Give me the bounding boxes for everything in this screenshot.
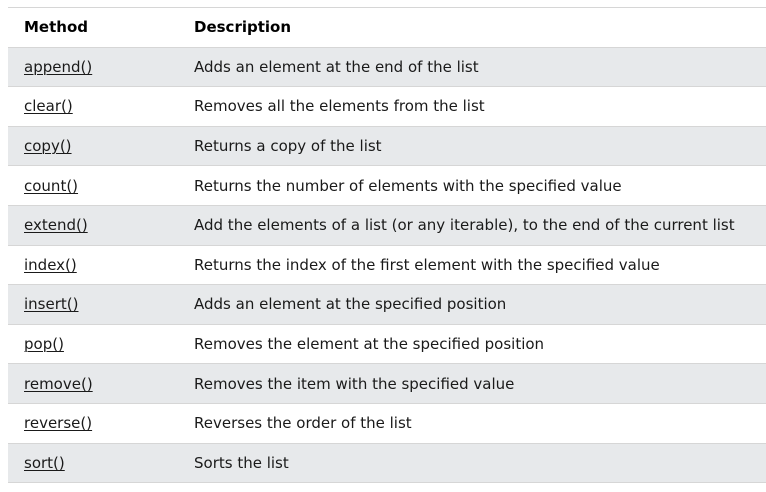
method-link-insert[interactable]: insert() xyxy=(24,295,78,313)
description-cell: Returns the number of elements with the … xyxy=(178,165,766,206)
description-cell: Add the elements of a list (or any itera… xyxy=(178,205,766,246)
method-cell: extend() xyxy=(8,205,178,246)
method-link-copy[interactable]: copy() xyxy=(24,137,72,155)
method-cell: clear() xyxy=(8,86,178,127)
description-cell: Removes the item with the specified valu… xyxy=(178,363,766,404)
table-row: extend() Add the elements of a list (or … xyxy=(8,205,766,246)
table-row: append() Adds an element at the end of t… xyxy=(8,47,766,88)
method-link-clear[interactable]: clear() xyxy=(24,97,73,115)
table-row: clear() Removes all the elements from th… xyxy=(8,86,766,127)
method-cell: index() xyxy=(8,245,178,286)
method-cell: reverse() xyxy=(8,403,178,444)
method-cell: pop() xyxy=(8,324,178,365)
method-link-extend[interactable]: extend() xyxy=(24,216,88,234)
table-row: count() Returns the number of elements w… xyxy=(8,165,766,206)
table-row: pop() Removes the element at the specifi… xyxy=(8,324,766,365)
table-row: index() Returns the index of the first e… xyxy=(8,245,766,286)
description-cell: Adds an element at the end of the list xyxy=(178,47,766,88)
method-cell: sort() xyxy=(8,443,178,484)
table-row: copy() Returns a copy of the list xyxy=(8,126,766,167)
method-link-index[interactable]: index() xyxy=(24,256,77,274)
description-cell: Removes the element at the specified pos… xyxy=(178,324,766,365)
method-cell: remove() xyxy=(8,363,178,404)
method-cell: insert() xyxy=(8,284,178,325)
column-header-method: Method xyxy=(8,8,178,48)
method-link-reverse[interactable]: reverse() xyxy=(24,414,92,432)
method-link-remove[interactable]: remove() xyxy=(24,375,93,393)
method-link-sort[interactable]: sort() xyxy=(24,454,65,472)
list-methods-table: Method Description append() Adds an elem… xyxy=(8,8,766,484)
description-cell: Returns the index of the first element w… xyxy=(178,245,766,286)
method-link-pop[interactable]: pop() xyxy=(24,335,64,353)
method-cell: count() xyxy=(8,165,178,206)
list-methods-table-container: Method Description append() Adds an elem… xyxy=(8,7,766,484)
table-header-row: Method Description xyxy=(8,8,766,48)
table-row: insert() Adds an element at the specifie… xyxy=(8,284,766,325)
method-cell: copy() xyxy=(8,126,178,167)
description-cell: Returns a copy of the list xyxy=(178,126,766,167)
description-cell: Adds an element at the specified positio… xyxy=(178,284,766,325)
description-cell: Sorts the list xyxy=(178,443,766,484)
table-row: reverse() Reverses the order of the list xyxy=(8,403,766,444)
method-link-count[interactable]: count() xyxy=(24,177,78,195)
method-link-append[interactable]: append() xyxy=(24,58,92,76)
description-cell: Removes all the elements from the list xyxy=(178,86,766,127)
description-cell: Reverses the order of the list xyxy=(178,403,766,444)
method-cell: append() xyxy=(8,47,178,88)
column-header-description: Description xyxy=(178,8,766,48)
table-row: remove() Removes the item with the speci… xyxy=(8,363,766,404)
table-row: sort() Sorts the list xyxy=(8,443,766,484)
